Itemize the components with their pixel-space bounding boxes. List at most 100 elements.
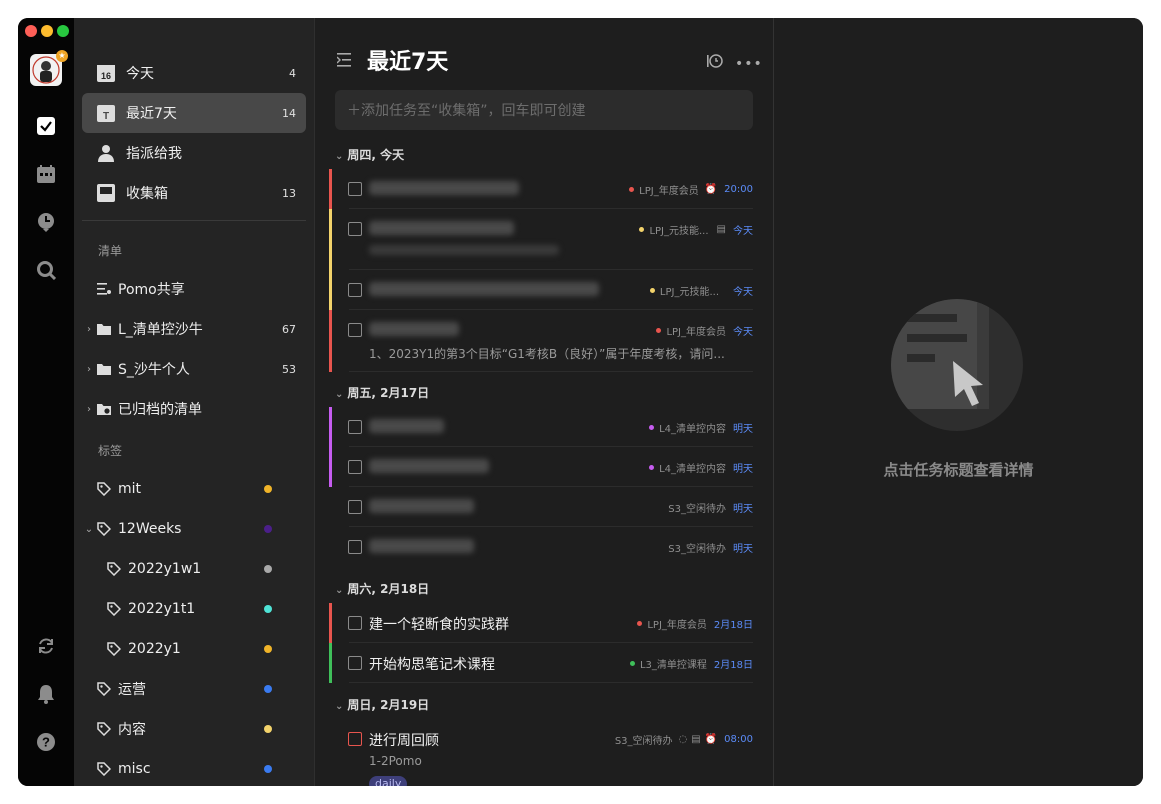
list-label: S_沙牛个人 [118, 362, 190, 378]
pomodoro-clock-icon[interactable] [35, 211, 57, 233]
notification-bell-icon[interactable] [35, 683, 57, 705]
chevron-right-icon[interactable]: › [82, 404, 96, 415]
tag-item-misc[interactable]: misc [82, 749, 306, 786]
nav-label: 指派给我 [126, 146, 182, 162]
search-icon[interactable] [35, 259, 57, 281]
help-icon[interactable]: ? [35, 731, 57, 753]
nav-item-assigned-to-me[interactable]: 指派给我 [82, 133, 306, 173]
tag-item-operations[interactable]: 运营 [82, 669, 306, 709]
task-list-name: LPJ_年度会员 [639, 186, 699, 197]
task-title-redacted [369, 282, 599, 296]
nav-label: 收集箱 [126, 186, 168, 202]
tag-item-2022y1t1[interactable]: 2022y1t1 [82, 589, 306, 629]
more-options-icon[interactable]: ••• [735, 56, 763, 72]
task-title: 进行周回顾 [369, 733, 439, 749]
task-row[interactable]: 开始构思笔记术课程 L3_清单控课程 2月18日 [329, 643, 753, 683]
tag-item-12weeks[interactable]: ⌄ 12Weeks [82, 509, 306, 549]
tag-icon [106, 561, 122, 577]
task-row[interactable]: 1、2023Y1的第3个目标“G1考核B（良好）”属于年度考核，请问... LP… [329, 310, 753, 372]
task-checkbox[interactable] [348, 420, 362, 434]
minimize-window-button[interactable] [41, 25, 53, 37]
task-checkbox[interactable] [348, 500, 362, 514]
note-icon: ▤ [716, 224, 726, 235]
task-date: 20:00 [724, 184, 753, 195]
list-label: 已归档的清单 [118, 402, 202, 418]
task-checkbox[interactable] [348, 540, 362, 554]
date-group-header[interactable]: ⌄ 周六, 2月18日 [335, 580, 429, 597]
task-checkbox[interactable] [348, 460, 362, 474]
list-item-pomo-shared[interactable]: Pomo共享 [82, 269, 306, 309]
task-meta: LPJ_元技能... 今天 [649, 283, 753, 298]
task-checkbox[interactable] [348, 323, 362, 337]
zoom-window-button[interactable] [57, 25, 69, 37]
task-row[interactable]: LPJ_年度会员 ⏰ 20:00 [329, 169, 753, 209]
tag-label: 2022y1t1 [128, 601, 196, 617]
task-meta: LPJ_年度会员 今天 [656, 323, 753, 338]
list-item-archived[interactable]: › 已归档的清单 [82, 389, 306, 429]
tag-item-mit[interactable]: mit [82, 469, 306, 509]
task-checkbox[interactable] [348, 182, 362, 196]
history-icon[interactable] [707, 53, 723, 73]
task-list-name: S3_空闲待办 [668, 504, 726, 515]
app-window: ★ ? 16 今天 4 T 最近7天 14 指派给我 收集箱 13 清单 Pom… [18, 18, 1143, 786]
task-list-name: LPJ_年度会员 [647, 620, 707, 631]
task-title-redacted [369, 499, 474, 513]
collapse-sidebar-icon[interactable] [336, 52, 355, 72]
task-checkbox[interactable] [348, 656, 362, 670]
tag-chip[interactable]: daily [369, 776, 408, 786]
tag-item-2022y1[interactable]: 2022y1 [82, 629, 306, 669]
list-item-folder[interactable]: › L_清单控沙牛 67 [82, 309, 306, 349]
nav-item-next-7-days[interactable]: T 最近7天 14 [82, 93, 306, 133]
chevron-down-icon[interactable]: ⌄ [335, 389, 343, 400]
close-window-button[interactable] [25, 25, 37, 37]
task-row[interactable]: 进行周回顾 1-2Pomo daily S3_空闲待办 ◌ ▤ ⏰ 08:00 [329, 719, 753, 786]
task-checkbox[interactable] [348, 283, 362, 297]
task-checkbox[interactable] [348, 616, 362, 630]
sync-icon[interactable] [35, 635, 57, 657]
task-checkbox[interactable] [348, 732, 362, 746]
tasks-checkbox-icon[interactable] [35, 115, 57, 137]
tag-icon [96, 521, 112, 537]
chevron-down-icon[interactable]: ⌄ [82, 524, 96, 535]
chevron-down-icon[interactable]: ⌄ [335, 701, 343, 712]
chevron-right-icon[interactable]: › [82, 364, 96, 375]
lists-section-title: 清单 [98, 244, 123, 258]
task-row[interactable]: L4_清单控内容 明天 [329, 447, 753, 487]
task-meta: S3_空闲待办 明天 [668, 500, 753, 515]
tags-section-title: 标签 [98, 444, 123, 458]
task-date: 08:00 [724, 734, 753, 745]
tag-item-2022y1w1[interactable]: 2022y1w1 [82, 549, 306, 589]
task-list-name: LPJ_年度会员 [666, 327, 726, 338]
date-group-header[interactable]: ⌄ 周四, 今天 [335, 146, 404, 163]
tag-item-content[interactable]: 内容 [82, 709, 306, 749]
chevron-down-icon[interactable]: ⌄ [335, 585, 343, 596]
task-row[interactable]: S3_空闲待办 明天 [329, 527, 753, 567]
task-row[interactable]: LPJ_元技能... ▤ 今天 [329, 209, 753, 270]
date-group-header[interactable]: ⌄ 周五, 2月17日 [335, 384, 429, 401]
avatar[interactable]: ★ [30, 50, 68, 86]
tag-label: 2022y1w1 [128, 561, 202, 577]
list-item-folder[interactable]: › S_沙牛个人 53 [82, 349, 306, 389]
calendar-icon[interactable] [35, 163, 57, 185]
task-meta: LPJ_元技能... ▤ 今天 [639, 222, 753, 237]
empty-detail-hint: 点击任务标题查看详情 [883, 461, 1034, 479]
nav-item-today[interactable]: 16 今天 4 [82, 53, 306, 93]
task-row[interactable]: LPJ_元技能... 今天 [329, 270, 753, 310]
task-title-redacted [369, 181, 519, 195]
add-task-input[interactable]: ＋添加任务至“收集箱”，回车即可创建 [335, 90, 753, 130]
task-description: 1、2023Y1的第3个目标“G1考核B（良好）”属于年度考核，请问... [369, 347, 725, 361]
add-task-placeholder: ＋添加任务至“收集箱”，回车即可创建 [347, 103, 586, 119]
tag-color-dot [264, 525, 272, 533]
chevron-down-icon[interactable]: ⌄ [335, 151, 343, 162]
chevron-right-icon[interactable]: › [82, 324, 96, 335]
page-title: 最近7天 [367, 50, 449, 75]
tag-color-dot [264, 645, 272, 653]
task-meta: S3_空闲待办 ◌ ▤ ⏰ 08:00 [615, 732, 753, 747]
task-row[interactable]: S3_空闲待办 明天 [329, 487, 753, 527]
date-group-header[interactable]: ⌄ 周日, 2月19日 [335, 696, 429, 713]
task-date: 明天 [733, 424, 753, 435]
task-checkbox[interactable] [348, 222, 362, 236]
task-row[interactable]: 建一个轻断食的实践群 LPJ_年度会员 2月18日 [329, 603, 753, 643]
task-row[interactable]: L4_清单控内容 明天 [329, 407, 753, 447]
nav-item-inbox[interactable]: 收集箱 13 [82, 173, 306, 213]
